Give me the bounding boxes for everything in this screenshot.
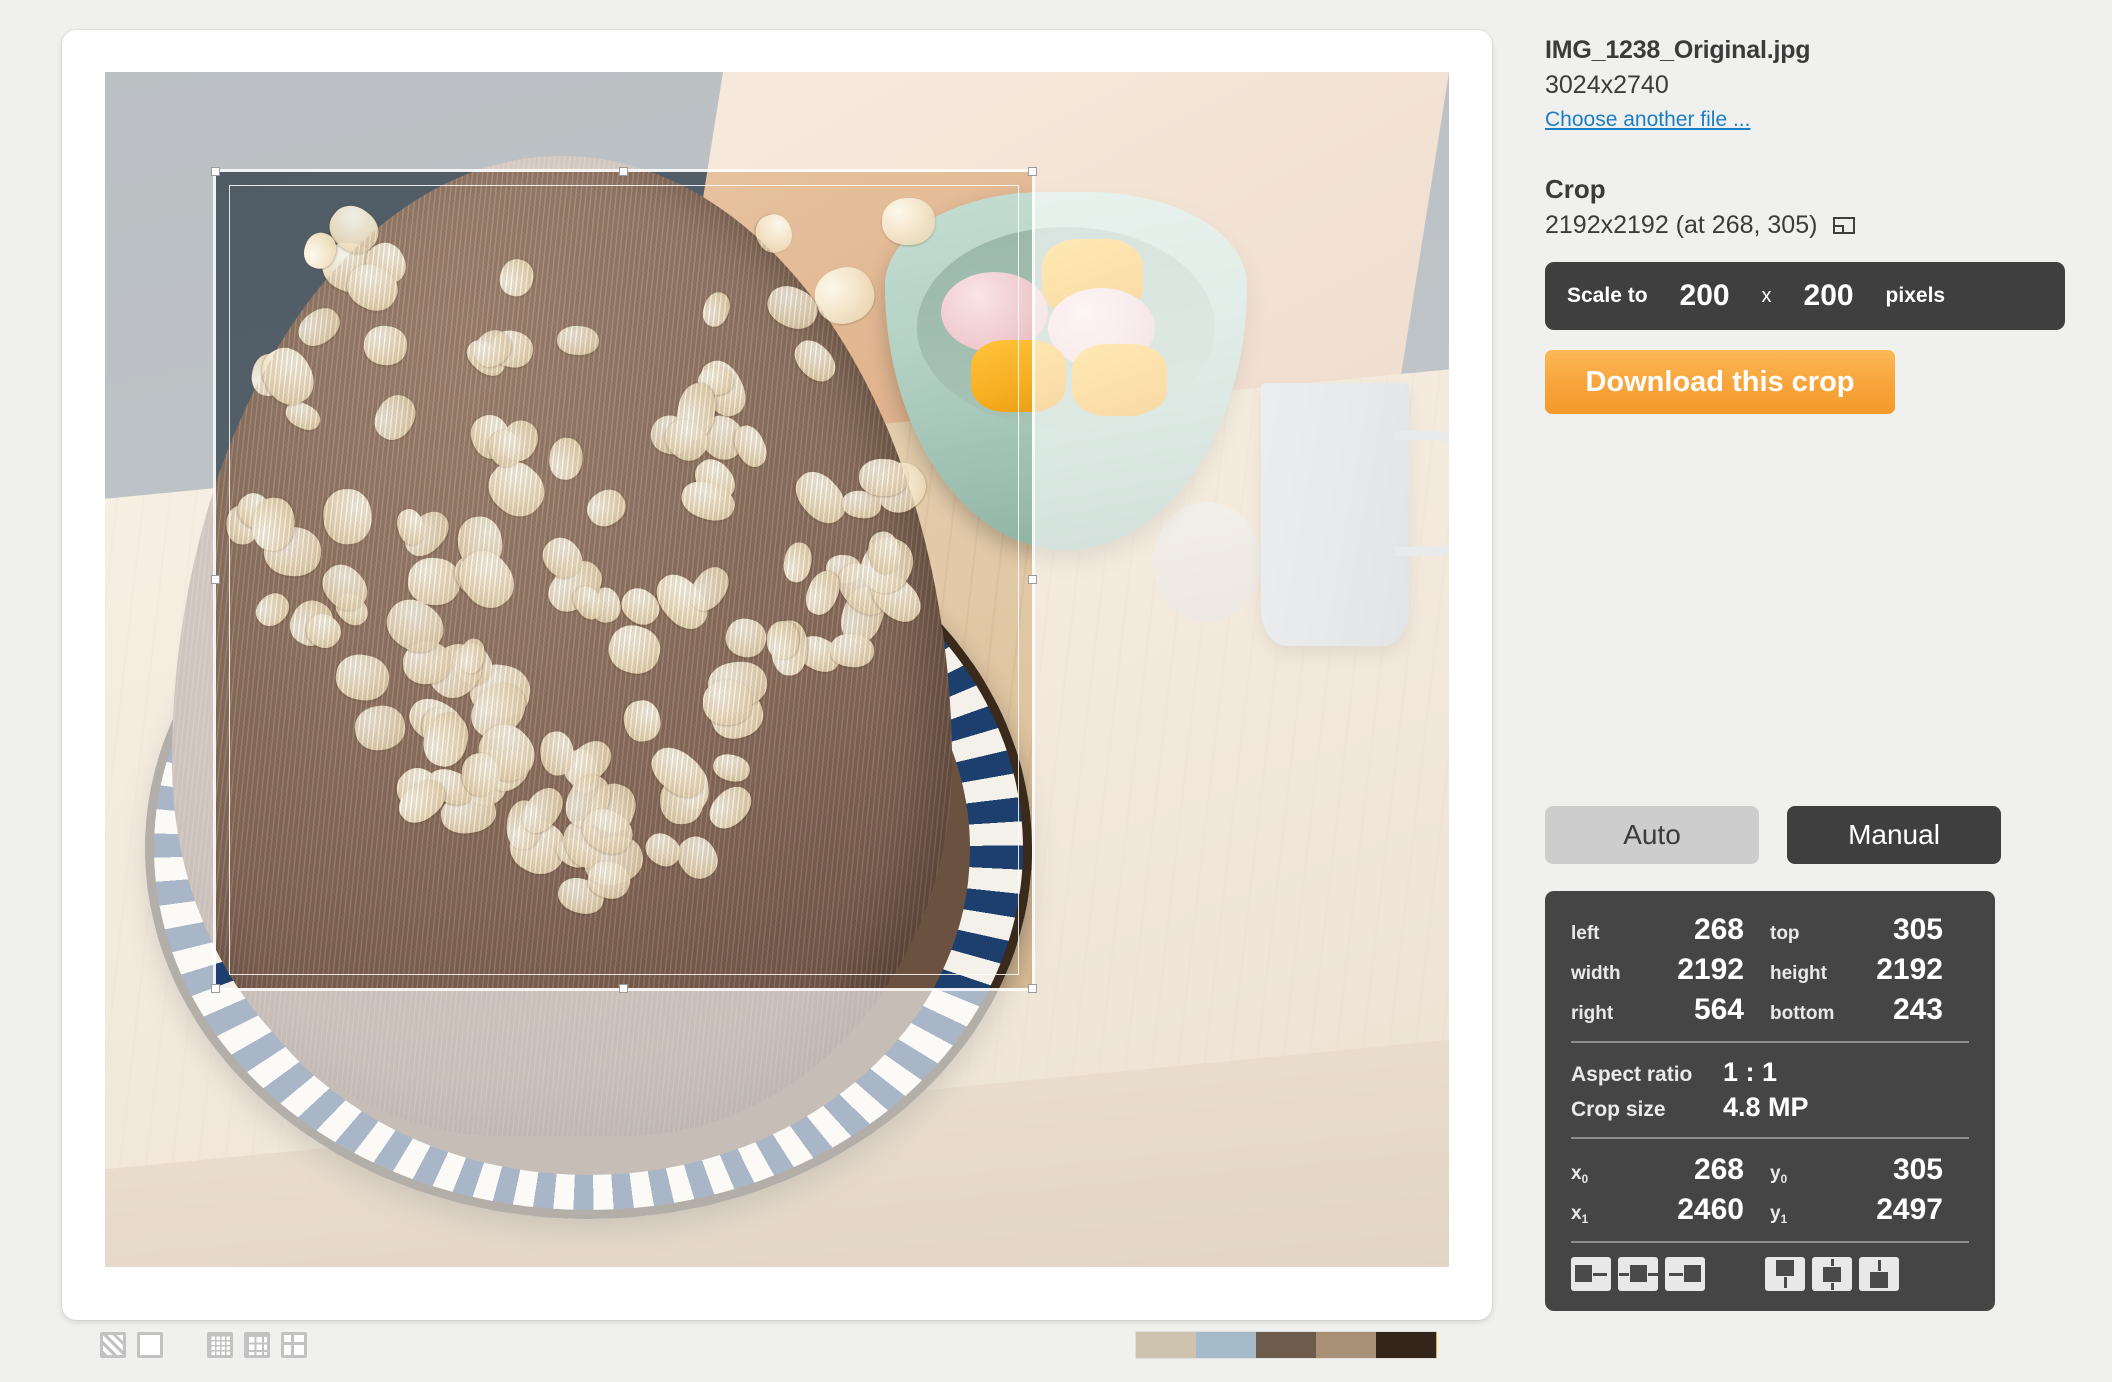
stats-row: x1 2460 y1 2497 xyxy=(1571,1193,1969,1227)
scale-to-bar: Scale to 200 x 200 pixels xyxy=(1545,262,2065,330)
palette-swatch[interactable] xyxy=(1136,1332,1196,1358)
crop-handle-se[interactable] xyxy=(1028,984,1037,993)
guide-fine-grid-icon[interactable] xyxy=(207,1332,233,1358)
stat-x0-value[interactable]: 268 xyxy=(1694,1153,1770,1187)
file-name: IMG_1238_Original.jpg xyxy=(1545,36,1811,64)
crop-selection-rectangle[interactable] xyxy=(105,72,1449,1267)
crop-inner-guide xyxy=(229,185,1019,975)
crop-handle-nw[interactable] xyxy=(211,167,220,176)
palette-swatch[interactable] xyxy=(1316,1332,1376,1358)
guide-golden-ratio-icon[interactable] xyxy=(281,1332,307,1358)
crop-summary-text: 2192x2192 (at 268, 305) xyxy=(1545,211,1818,239)
auto-mode-button[interactable]: Auto xyxy=(1545,806,1759,864)
color-palette xyxy=(1136,1332,1436,1358)
stats-divider xyxy=(1571,1137,1969,1139)
guide-none-icon[interactable] xyxy=(137,1332,163,1358)
stat-height-key: height xyxy=(1770,963,1827,984)
stat-top-key: top xyxy=(1770,923,1800,944)
aspect-ratio-label: Aspect ratio xyxy=(1571,1063,1693,1086)
stat-right-value[interactable]: 564 xyxy=(1694,993,1770,1027)
guide-thirds-grid-icon[interactable] xyxy=(244,1332,270,1358)
stat-top-value[interactable]: 305 xyxy=(1893,913,1969,947)
scale-height-input[interactable]: 200 xyxy=(1792,279,1866,313)
align-middle-vertical-icon[interactable] xyxy=(1812,1257,1852,1291)
guide-hatch-icon[interactable] xyxy=(100,1332,126,1358)
aspect-ratio-value[interactable]: 1 : 1 xyxy=(1723,1057,1777,1088)
crop-handle-sw[interactable] xyxy=(211,984,220,993)
stat-x1-value[interactable]: 2460 xyxy=(1677,1193,1770,1227)
scale-width-input[interactable]: 200 xyxy=(1668,279,1742,313)
stats-row: right 564 bottom 243 xyxy=(1571,993,1969,1027)
crop-handle-s[interactable] xyxy=(619,984,628,993)
crop-stats-panel: left 268 top 305 width 2192 height 2192 righ… xyxy=(1545,891,1995,1311)
palette-swatch[interactable] xyxy=(1376,1332,1436,1358)
file-dimensions: 3024x2740 xyxy=(1545,71,1669,99)
crop-size-label: Crop size xyxy=(1571,1098,1666,1121)
download-crop-button[interactable]: Download this crop xyxy=(1545,350,1895,414)
stat-left-value[interactable]: 268 xyxy=(1694,913,1770,947)
stat-y1-value[interactable]: 2497 xyxy=(1876,1193,1969,1227)
stats-row: width 2192 height 2192 xyxy=(1571,953,1969,987)
stat-width-key: width xyxy=(1571,963,1621,984)
sidebar: IMG_1238_Original.jpg 3024x2740 Choose a… xyxy=(1545,36,2065,1311)
photo-pitcher xyxy=(1260,382,1409,646)
scale-separator: x xyxy=(1761,284,1772,307)
stat-width-value[interactable]: 2192 xyxy=(1677,953,1770,987)
palette-swatch[interactable] xyxy=(1196,1332,1256,1358)
mode-toggle-group: Auto Manual xyxy=(1545,806,2001,864)
stat-x0-key: x0 xyxy=(1571,1163,1589,1186)
align-center-horizontal-icon[interactable] xyxy=(1618,1257,1658,1291)
stat-y0-value[interactable]: 305 xyxy=(1893,1153,1969,1187)
align-right-icon[interactable] xyxy=(1665,1257,1705,1291)
photo-mango-piece xyxy=(1071,343,1168,417)
align-bottom-icon[interactable] xyxy=(1859,1257,1899,1291)
crop-handle-ne[interactable] xyxy=(1028,167,1037,176)
crop-resize-icon[interactable] xyxy=(1833,217,1856,234)
choose-another-file-link[interactable]: Choose another file ... xyxy=(1545,108,1750,132)
align-left-icon[interactable] xyxy=(1571,1257,1611,1291)
palette-swatch[interactable] xyxy=(1256,1332,1316,1358)
stat-y1-key: y1 xyxy=(1770,1203,1788,1226)
stat-left-key: left xyxy=(1571,923,1600,944)
crop-size-value: 4.8 MP xyxy=(1723,1092,1809,1122)
scale-to-label: Scale to xyxy=(1567,284,1648,307)
stat-height-value[interactable]: 2192 xyxy=(1876,953,1969,987)
photo-pitcher-handle xyxy=(1395,430,1449,557)
stats-row: x0 268 y0 305 xyxy=(1571,1153,1969,1187)
manual-mode-button[interactable]: Manual xyxy=(1787,806,2001,864)
scale-unit-label: pixels xyxy=(1885,284,1946,307)
stat-y0-key: y0 xyxy=(1770,1163,1788,1186)
crop-summary-row: 2192x2192 (at 268, 305) xyxy=(1545,211,2065,240)
guide-overlay-toolbar xyxy=(100,1332,307,1358)
image-preview-card xyxy=(62,30,1492,1320)
stats-divider xyxy=(1571,1041,1969,1043)
stat-right-key: right xyxy=(1571,1003,1614,1024)
crop-size-row: Crop size 4.8 MP xyxy=(1571,1092,1969,1123)
alignment-button-group xyxy=(1571,1257,1969,1291)
crop-handle-w[interactable] xyxy=(211,575,220,584)
crop-handle-e[interactable] xyxy=(1028,575,1037,584)
stat-x1-key: x1 xyxy=(1571,1203,1589,1226)
crop-heading: Crop xyxy=(1545,174,1606,204)
crop-handle-n[interactable] xyxy=(619,167,628,176)
photo-stage[interactable] xyxy=(105,72,1449,1267)
stat-bottom-value[interactable]: 243 xyxy=(1893,993,1969,1027)
align-top-icon[interactable] xyxy=(1765,1257,1805,1291)
stats-divider xyxy=(1571,1241,1969,1243)
photo-small-cup xyxy=(1153,502,1261,622)
stat-bottom-key: bottom xyxy=(1770,1003,1835,1024)
stats-row: left 268 top 305 xyxy=(1571,913,1969,947)
aspect-ratio-row: Aspect ratio 1 : 1 xyxy=(1571,1057,1969,1088)
